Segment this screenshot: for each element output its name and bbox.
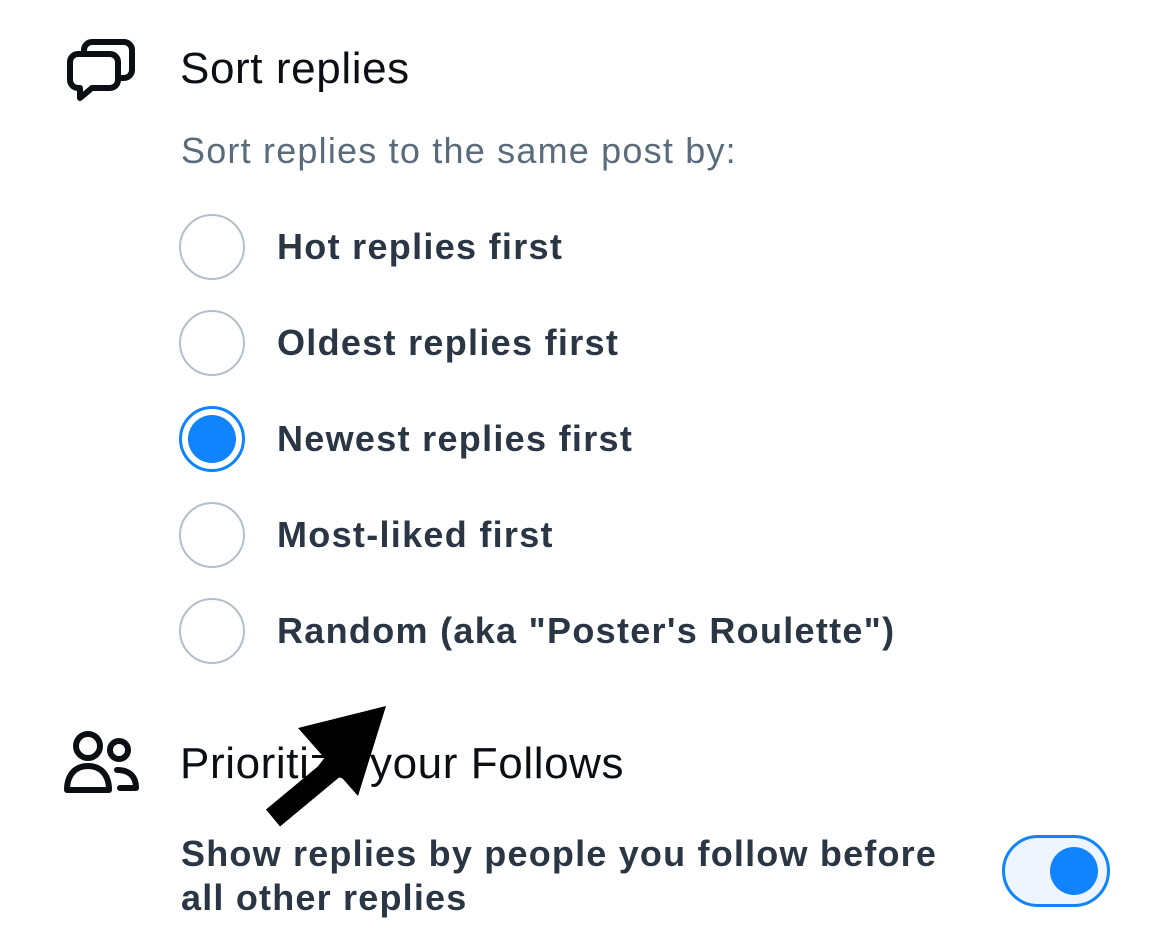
arrow-icon — [265, 706, 386, 827]
